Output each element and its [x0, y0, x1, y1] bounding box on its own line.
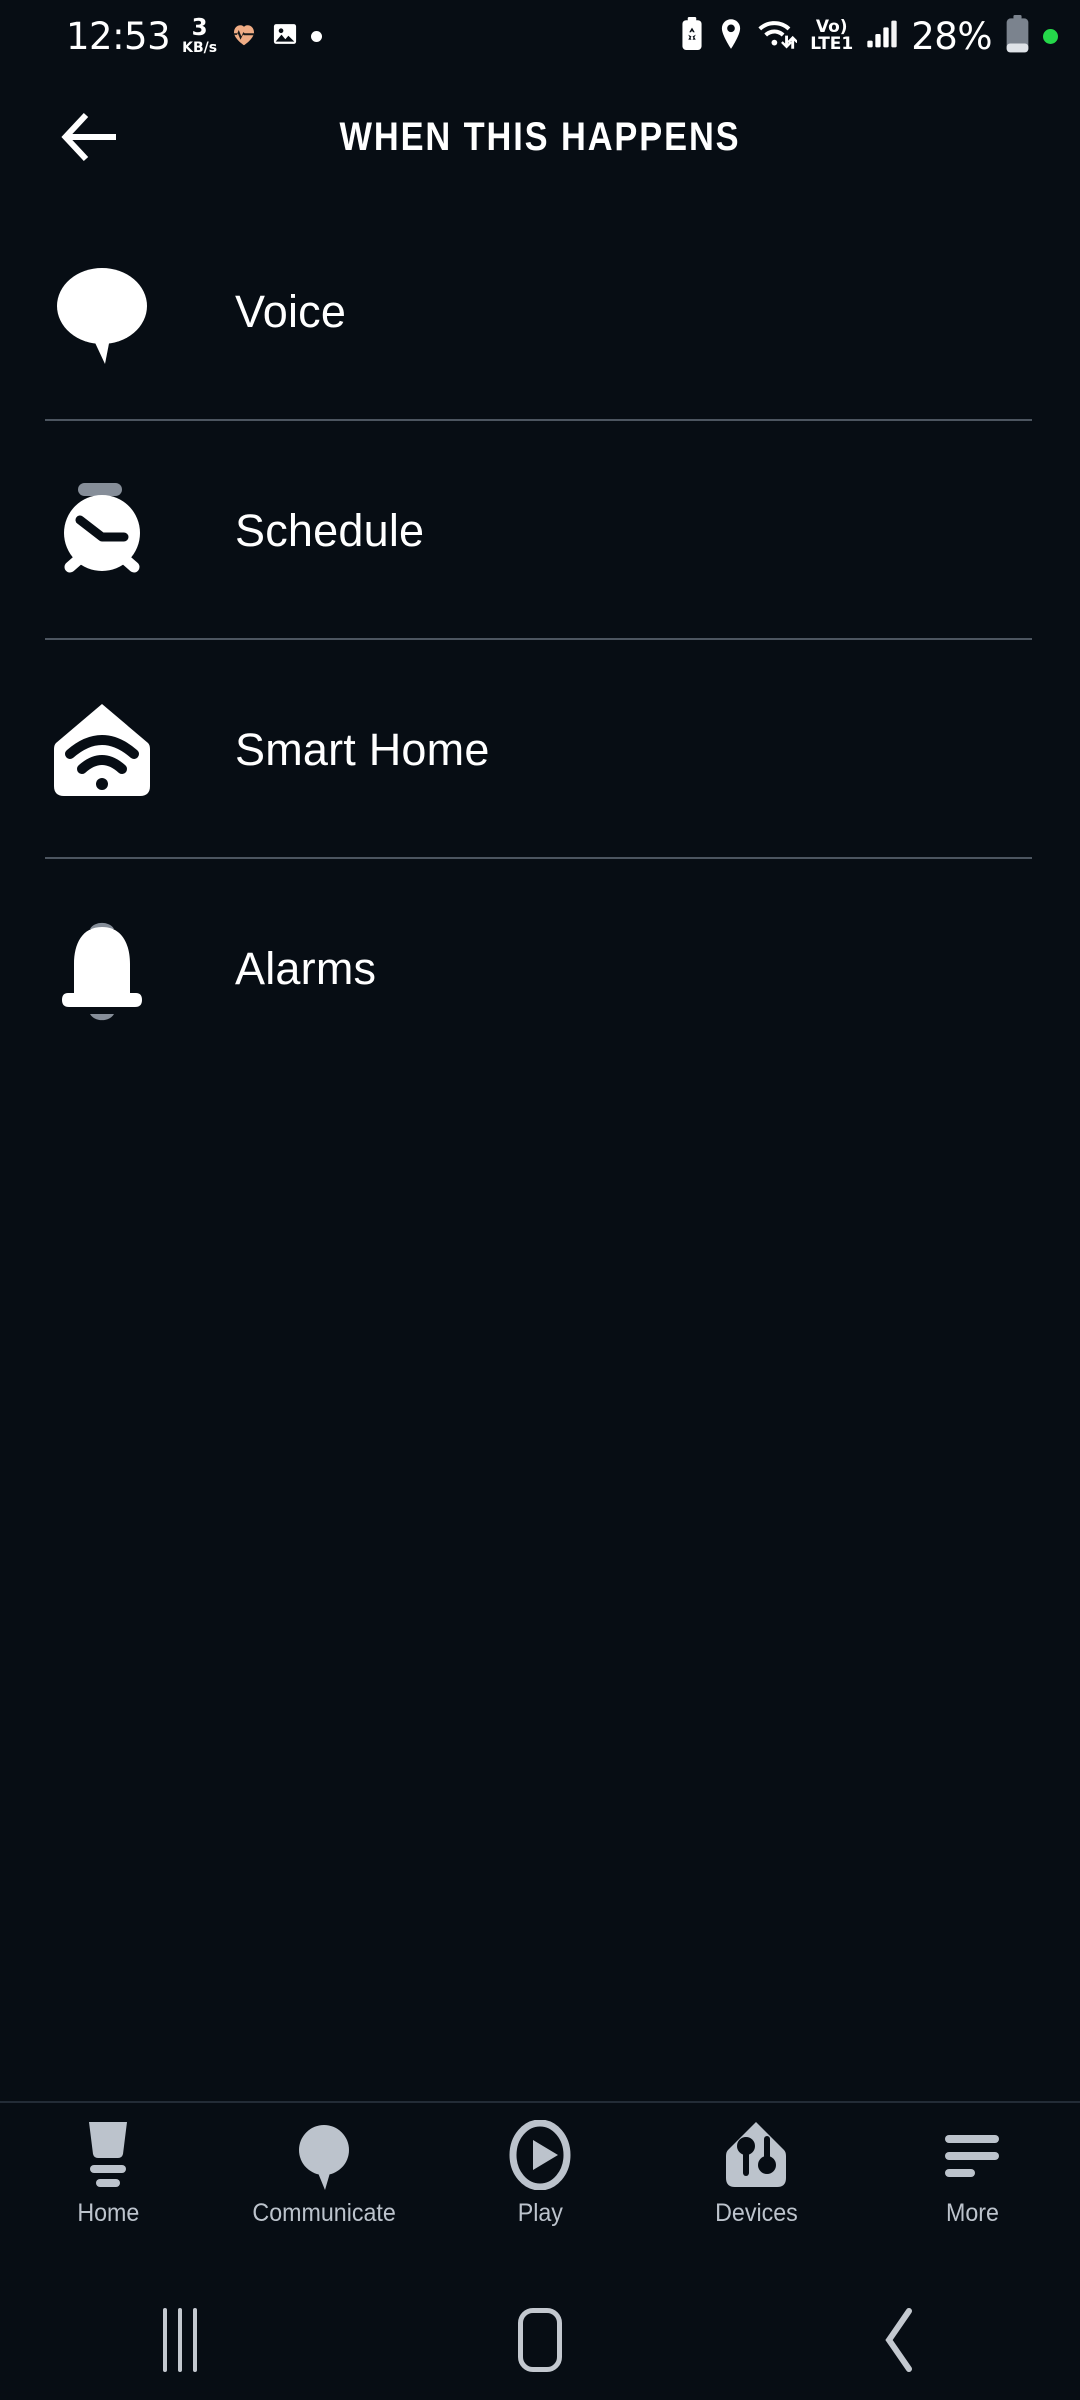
volte-line-2: LTE1 [810, 34, 854, 54]
nav-item-label: Devices [714, 2199, 798, 2227]
nav-item-more[interactable]: More [864, 2103, 1080, 2228]
status-clock: 12:53 [66, 14, 171, 58]
list-item-label: Schedule [235, 504, 425, 556]
nav-item-label: More [945, 2199, 999, 2227]
play-circle-icon [506, 2120, 574, 2190]
nav-item-communicate[interactable]: Communicate [216, 2103, 432, 2228]
home-button[interactable] [360, 2308, 720, 2372]
echo-device-icon [71, 2120, 145, 2190]
image-icon [271, 20, 299, 52]
list-item-schedule[interactable]: Schedule [0, 421, 1080, 640]
recents-icon [163, 2308, 197, 2372]
status-bar-right: Vo) LTE1 28% [679, 15, 1058, 58]
network-speed-indicator: 3 KB/s [182, 15, 218, 56]
location-pin-icon [718, 18, 744, 54]
hamburger-menu-icon [935, 2120, 1009, 2190]
nav-item-play[interactable]: Play [432, 2103, 648, 2228]
cellular-signal-icon [866, 19, 898, 53]
speech-bubble-icon [32, 242, 172, 382]
app-bar: WHEN THIS HAPPENS [0, 72, 1080, 202]
alarm-clock-icon [32, 461, 172, 601]
list-item-voice[interactable]: Voice [0, 202, 1080, 421]
list-item-label: Alarms [235, 942, 377, 994]
wifi-transfer-icon [757, 17, 799, 55]
heart-rate-icon [229, 19, 259, 53]
nav-item-label: Play [517, 2199, 563, 2227]
house-controls-icon [722, 2120, 790, 2190]
house-wifi-icon [32, 680, 172, 820]
dot-indicator-icon [311, 30, 323, 42]
home-icon [518, 2308, 562, 2372]
list-item-label: Voice [235, 285, 347, 337]
battery-percent-label: 28% [911, 14, 992, 58]
volte-indicator: Vo) LTE1 [810, 18, 854, 54]
network-speed-unit: KB/s [182, 40, 218, 56]
nav-item-devices[interactable]: Devices [648, 2103, 864, 2228]
status-bar: 12:53 3 KB/s Vo) LTE1 28% [0, 0, 1080, 72]
bottom-navigation: Home Communicate Play Devices More [0, 2103, 1080, 2280]
nav-item-label: Home [76, 2199, 140, 2227]
battery-icon [1005, 15, 1030, 57]
network-speed-value: 3 [191, 15, 208, 41]
status-bar-left: 12:53 3 KB/s [66, 14, 323, 58]
phone-screen: 12:53 3 KB/s Vo) LTE1 28% WHEN THIS HAPP… [0, 0, 1080, 2400]
android-navigation-bar [0, 2280, 1080, 2400]
list-item-label: Smart Home [235, 723, 490, 775]
back-chevron-icon [885, 2308, 912, 2372]
back-button-system[interactable] [720, 2306, 1080, 2374]
list-item-smart-home[interactable]: Smart Home [0, 640, 1080, 859]
nav-item-home[interactable]: Home [0, 2103, 216, 2228]
recents-button[interactable] [0, 2308, 360, 2372]
bell-icon [32, 899, 172, 1039]
nav-item-label: Communicate [252, 2199, 396, 2227]
page-title: WHEN THIS HAPPENS [339, 114, 741, 159]
list-item-alarms[interactable]: Alarms [0, 859, 1080, 1078]
speech-bubble-icon [290, 2120, 358, 2190]
green-dot-icon [1043, 28, 1058, 44]
battery-recycle-icon [679, 17, 705, 55]
trigger-list: Voice Schedule Smart Home Alarms [0, 202, 1080, 1078]
